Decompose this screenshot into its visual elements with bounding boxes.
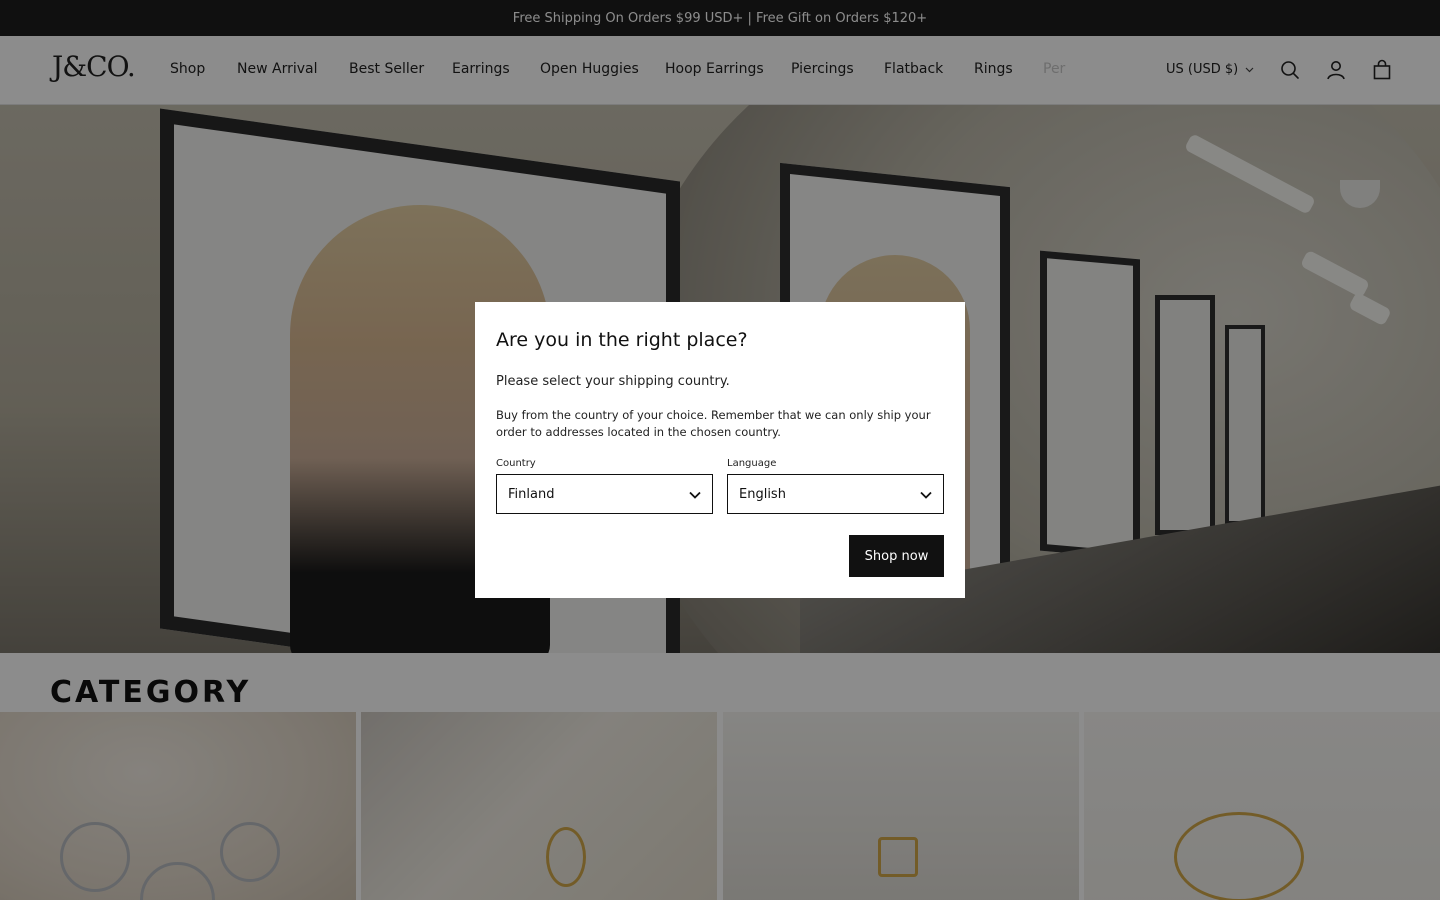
country-selector-modal: Are you in the right place? Please selec… [475,302,965,598]
language-select[interactable]: English [727,474,944,514]
country-label: Country [496,458,536,469]
modal-body-text: Buy from the country of your choice. Rem… [496,408,931,439]
country-select[interactable]: Finland [496,474,713,514]
shop-now-button[interactable]: Shop now [849,535,944,577]
language-label: Language [727,458,777,469]
country-value: Finland [508,486,555,502]
chevron-down-icon [689,491,701,499]
chevron-down-icon [920,491,932,499]
modal-subtitle: Please select your shipping country. [496,374,730,389]
language-value: English [739,486,786,502]
modal-title: Are you in the right place? [496,329,748,351]
